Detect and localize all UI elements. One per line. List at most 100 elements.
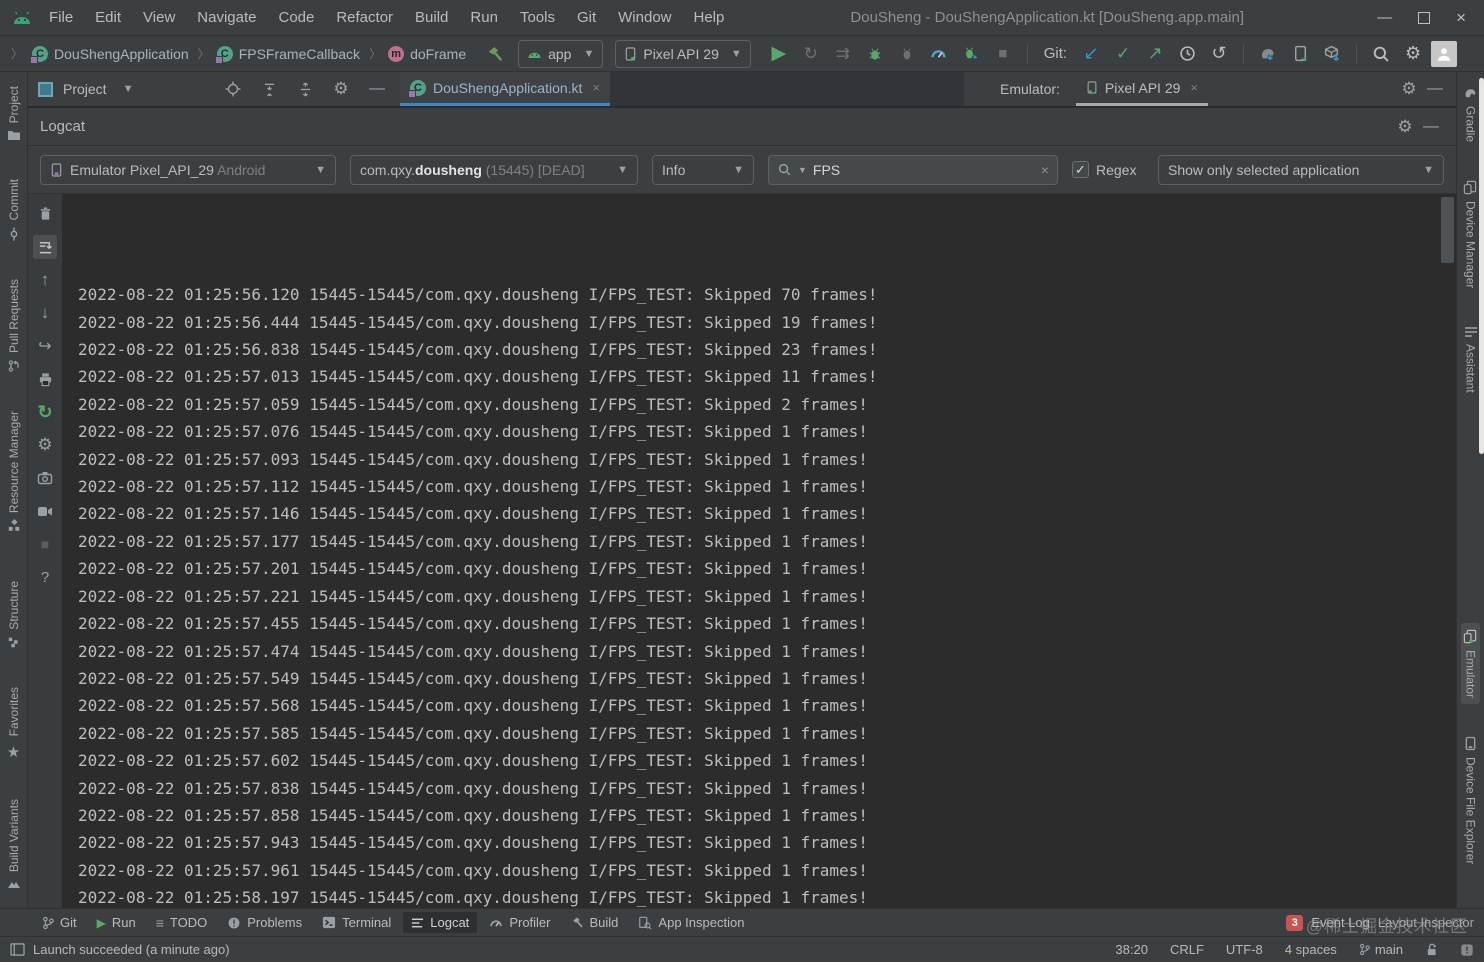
log-line[interactable]: 2022-08-22 01:25:57.112 15445-15445/com.… bbox=[78, 473, 1456, 500]
toolwindow-problems[interactable]: Problems bbox=[219, 912, 310, 933]
profile-avatar[interactable] bbox=[1431, 40, 1458, 67]
sidebar-item-favorites[interactable]: Favorites ★ bbox=[5, 681, 23, 766]
toolwindow-app-inspection[interactable]: App Inspection bbox=[630, 912, 752, 933]
toolwindow-toggle-icon[interactable] bbox=[10, 943, 25, 956]
help-icon[interactable]: ? bbox=[33, 565, 57, 589]
breadcrumb-item[interactable]: m doFrame 〉 bbox=[386, 45, 468, 62]
maximize-icon[interactable] bbox=[1418, 11, 1431, 24]
toolwindow-git[interactable]: Git bbox=[34, 912, 85, 933]
device-manager-button[interactable] bbox=[1286, 40, 1314, 68]
caret-position[interactable]: 38:20 bbox=[1115, 942, 1148, 957]
menu-item[interactable]: Navigate bbox=[186, 9, 267, 26]
hide-panel-icon[interactable]: — bbox=[364, 76, 390, 102]
menu-item[interactable]: View bbox=[132, 9, 186, 26]
sidebar-item-commit[interactable]: Commit bbox=[5, 173, 23, 246]
lock-icon[interactable] bbox=[1425, 942, 1438, 957]
indent-indicator[interactable]: 4 spaces bbox=[1285, 942, 1337, 957]
log-line[interactable]: 2022-08-22 01:25:57.474 15445-15445/com.… bbox=[78, 638, 1456, 665]
soft-wrap-icon[interactable]: ↪ bbox=[33, 334, 57, 358]
sidebar-item-emulator[interactable]: Emulator bbox=[1461, 622, 1480, 704]
log-line[interactable]: 2022-08-22 01:25:57.585 15445-15445/com.… bbox=[78, 720, 1456, 747]
scroll-to-end-icon[interactable] bbox=[33, 235, 57, 259]
menu-item[interactable]: Code bbox=[267, 9, 325, 26]
menu-item[interactable]: Edit bbox=[84, 9, 132, 26]
window-edge-scrollbar[interactable] bbox=[1479, 78, 1484, 454]
log-line[interactable]: 2022-08-22 01:25:58.197 15445-15445/com.… bbox=[78, 884, 1456, 908]
chevron-down-icon[interactable]: ▼ bbox=[123, 83, 134, 95]
emulator-tab-pixel[interactable]: Pixel API 29 × bbox=[1075, 72, 1209, 106]
menu-item[interactable]: Help bbox=[683, 9, 736, 26]
menu-item[interactable]: Git bbox=[566, 9, 607, 26]
apply-changes-restart-button[interactable]: ↻ bbox=[797, 40, 825, 68]
project-panel-title[interactable]: Project bbox=[63, 81, 107, 97]
sidebar-item-structure[interactable]: Structure bbox=[5, 575, 23, 656]
log-line[interactable]: 2022-08-22 01:25:57.221 15445-15445/com.… bbox=[78, 583, 1456, 610]
logcat-process-selector[interactable]: com.qxy.dousheng (15445) [DEAD] ▼ bbox=[350, 154, 638, 185]
toolwindow-build[interactable]: Build bbox=[563, 912, 627, 933]
logcat-settings-gear-icon[interactable]: ⚙ bbox=[33, 433, 57, 457]
rollback-button[interactable]: ↺ bbox=[1205, 40, 1233, 68]
git-commit-button[interactable]: ✓ bbox=[1109, 40, 1137, 68]
git-branch-widget[interactable]: main bbox=[1359, 942, 1403, 957]
clear-search-icon[interactable]: × bbox=[1041, 162, 1049, 178]
log-line[interactable]: 2022-08-22 01:25:56.444 15445-15445/com.… bbox=[78, 309, 1456, 336]
menu-item[interactable]: Window bbox=[607, 9, 682, 26]
restart-logcat-icon[interactable]: ↻ bbox=[33, 400, 57, 424]
run-button[interactable]: ▶ bbox=[765, 40, 793, 68]
menu-item[interactable]: File bbox=[38, 9, 84, 26]
gear-icon[interactable]: ⚙ bbox=[1392, 114, 1418, 140]
sidebar-item-device-file-explorer[interactable]: Device File Explorer bbox=[1462, 730, 1480, 870]
toolwindow-terminal[interactable]: Terminal bbox=[314, 912, 399, 933]
toolwindow-logcat[interactable]: Logcat bbox=[403, 912, 478, 933]
regex-checkbox[interactable]: ✓ bbox=[1072, 161, 1089, 178]
clear-logcat-icon[interactable] bbox=[33, 202, 57, 226]
sidebar-item-build-variants[interactable]: Build Variants bbox=[5, 793, 23, 896]
build-hammer-icon[interactable] bbox=[486, 45, 504, 63]
stop-button[interactable]: ■ bbox=[989, 40, 1017, 68]
menu-item[interactable]: Refactor bbox=[325, 9, 404, 26]
toolwindow-profiler[interactable]: Profiler bbox=[481, 912, 558, 933]
log-line[interactable]: 2022-08-22 01:25:57.549 15445-15445/com.… bbox=[78, 665, 1456, 692]
toolwindow-todo[interactable]: ≡ TODO bbox=[148, 912, 216, 934]
log-line[interactable]: 2022-08-22 01:25:57.455 15445-15445/com.… bbox=[78, 610, 1456, 637]
editor-tab-dousheng-application[interactable]: C DouShengApplication.kt × bbox=[400, 72, 611, 106]
prev-occurrence-icon[interactable]: ↑ bbox=[33, 268, 57, 292]
sdk-manager-button[interactable] bbox=[1318, 40, 1346, 68]
log-line[interactable]: 2022-08-22 01:25:57.013 15445-15445/com.… bbox=[78, 363, 1456, 390]
settings-gear-icon[interactable]: ⚙ bbox=[1399, 40, 1427, 68]
apply-code-changes-button[interactable]: ⇉ bbox=[829, 40, 857, 68]
menu-item[interactable]: Build bbox=[404, 9, 459, 26]
screen-record-icon[interactable] bbox=[33, 499, 57, 523]
log-line[interactable]: 2022-08-22 01:25:57.076 15445-15445/com.… bbox=[78, 418, 1456, 445]
logcat-device-selector[interactable]: Emulator Pixel_API_29 Android ▼ bbox=[40, 154, 336, 185]
profile-button[interactable] bbox=[925, 40, 953, 68]
hide-panel-icon[interactable]: — bbox=[1418, 114, 1444, 140]
logcat-log-list[interactable]: 2022-08-22 01:25:56.120 15445-15445/com.… bbox=[62, 194, 1456, 908]
toolwindow-event-log[interactable]: Event Log bbox=[1311, 915, 1370, 930]
sidebar-item-device-manager[interactable]: Device Manager bbox=[1461, 174, 1480, 294]
device-selector[interactable]: Pixel API 29 ▼ bbox=[615, 39, 751, 68]
log-line[interactable]: 2022-08-22 01:25:57.602 15445-15445/com.… bbox=[78, 747, 1456, 774]
minimize-icon[interactable]: — bbox=[1377, 9, 1392, 26]
screenshot-camera-icon[interactable] bbox=[33, 466, 57, 490]
close-icon[interactable]: × bbox=[592, 80, 600, 95]
gear-icon[interactable]: ⚙ bbox=[328, 76, 354, 102]
profile-restart-button[interactable] bbox=[957, 40, 985, 68]
log-line[interactable]: 2022-08-22 01:25:57.568 15445-15445/com.… bbox=[78, 692, 1456, 719]
log-line[interactable]: 2022-08-22 01:25:57.961 15445-15445/com.… bbox=[78, 857, 1456, 884]
scrollbar-thumb[interactable] bbox=[1441, 197, 1454, 263]
log-line[interactable]: 2022-08-22 01:25:57.177 15445-15445/com.… bbox=[78, 528, 1456, 555]
sidebar-item-resource-manager[interactable]: Resource Manager bbox=[5, 405, 23, 539]
locate-file-icon[interactable] bbox=[220, 76, 246, 102]
print-icon[interactable] bbox=[33, 367, 57, 391]
log-line[interactable]: 2022-08-22 01:25:57.093 15445-15445/com.… bbox=[78, 446, 1456, 473]
gradle-sync-button[interactable] bbox=[1254, 40, 1282, 68]
log-line[interactable]: 2022-08-22 01:25:57.838 15445-15445/com.… bbox=[78, 775, 1456, 802]
encoding-indicator[interactable]: UTF-8 bbox=[1226, 942, 1263, 957]
run-config-selector[interactable]: app ▼ bbox=[518, 39, 604, 68]
log-line[interactable]: 2022-08-22 01:25:57.146 15445-15445/com.… bbox=[78, 500, 1456, 527]
log-line[interactable]: 2022-08-22 01:25:56.838 15445-15445/com.… bbox=[78, 336, 1456, 363]
git-update-button[interactable]: ↙ bbox=[1077, 40, 1105, 68]
attach-debugger-button[interactable] bbox=[893, 40, 921, 68]
line-ending-indicator[interactable]: CRLF bbox=[1170, 942, 1204, 957]
